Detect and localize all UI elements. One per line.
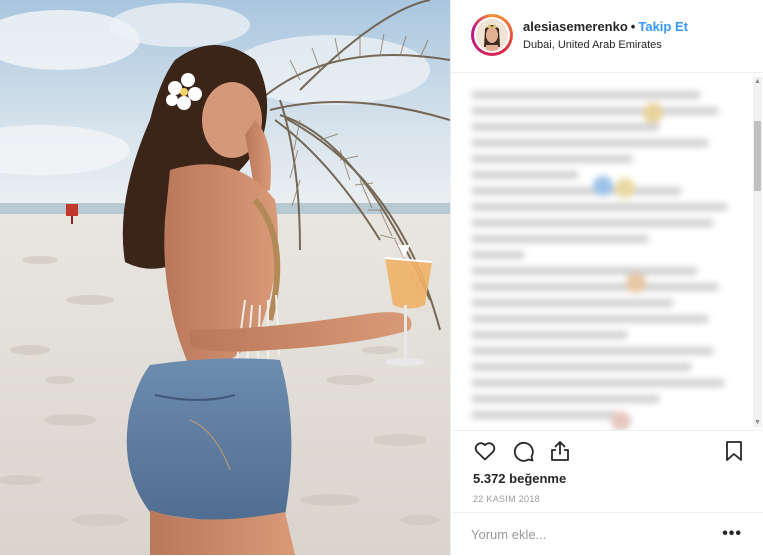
username-link[interactable]: alesiasemerenko [523,19,628,34]
post-sidebar: alesiasemerenko • Takip Et Dubai, United A… [450,0,763,555]
comment-input[interactable] [471,523,711,545]
scroll-up-arrow-icon[interactable]: ▲ [753,77,762,86]
speech-bubble-icon [513,441,534,462]
scroll-thumb[interactable] [754,121,761,191]
avatar-picture [476,19,508,51]
post-photo[interactable] [0,0,450,555]
follow-button[interactable]: Takip Et [638,19,688,34]
comment-button[interactable] [511,439,535,463]
scroll-down-arrow-icon[interactable]: ▼ [753,418,762,427]
header-user-line: alesiasemerenko • Takip Et [523,19,688,34]
post-date[interactable]: 22 KASIM 2018 [473,494,540,504]
beach-photo-illustration [0,0,450,555]
share-icon [551,441,569,461]
bookmark-icon [726,441,742,461]
location-link[interactable]: Dubai, United Arab Emirates [523,39,662,51]
save-button[interactable] [722,439,746,463]
blurred-caption-text [471,83,741,430]
instagram-post: alesiasemerenko • Takip Et Dubai, United A… [0,0,763,555]
caption-scrollbar[interactable]: ▲ ▼ [753,77,762,427]
heart-icon [474,442,496,461]
share-button[interactable] [548,439,572,463]
action-bar [451,430,763,471]
post-header: alesiasemerenko • Takip Et Dubai, United A… [451,0,763,73]
like-button[interactable] [473,439,497,463]
more-options-button[interactable]: ••• [722,525,742,543]
separator-dot: • [630,19,636,34]
avatar[interactable] [471,14,513,56]
likes-count[interactable]: 5.372 beğenme [473,471,566,486]
caption-area: ▲ ▼ [451,73,763,430]
comment-row: ••• [451,512,763,556]
